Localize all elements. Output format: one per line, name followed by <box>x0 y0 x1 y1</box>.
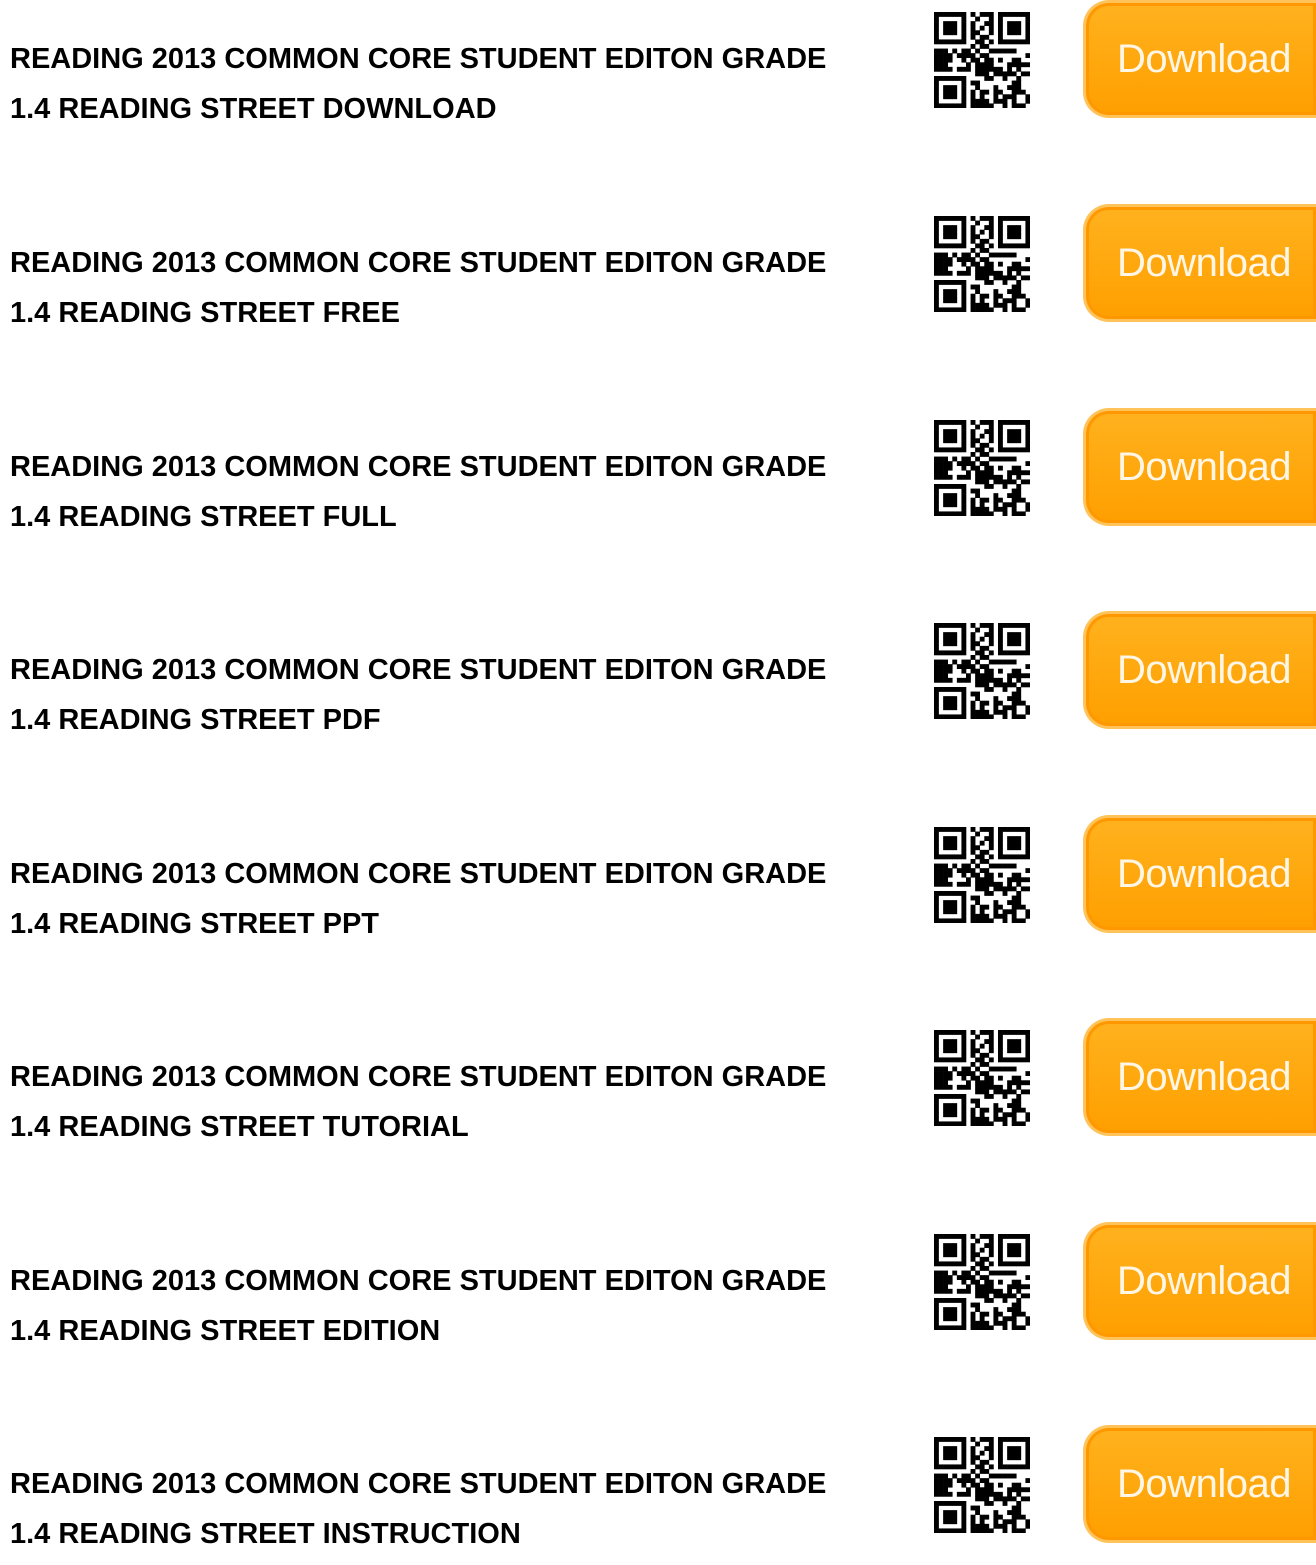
entry-title-line-2: 1.4 READING STREET FREE <box>10 297 400 329</box>
entry-title: READING 2013 COMMON CORE STUDENT EDITON … <box>10 442 920 542</box>
entry-title-line-1: READING 2013 COMMON CORE STUDENT EDITON … <box>10 43 827 75</box>
download-button[interactable]: Download <box>1083 1222 1316 1340</box>
download-button[interactable]: Download <box>1083 1425 1316 1543</box>
entry-title-line-1: READING 2013 COMMON CORE STUDENT EDITON … <box>10 247 827 279</box>
qr-code-icon <box>934 420 1031 517</box>
download-button[interactable]: Download <box>1083 611 1316 729</box>
entry-title: READING 2013 COMMON CORE STUDENT EDITON … <box>10 849 920 949</box>
list-item: READING 2013 COMMON CORE STUDENT EDITON … <box>0 0 1316 140</box>
entry-title-line-1: READING 2013 COMMON CORE STUDENT EDITON … <box>10 1061 827 1093</box>
list-item: READING 2013 COMMON CORE STUDENT EDITON … <box>0 408 1316 548</box>
entry-title-line-2: 1.4 READING STREET INSTRUCTION <box>10 1518 521 1550</box>
qr-code-icon <box>934 1030 1031 1127</box>
entry-title-line-2: 1.4 READING STREET PPT <box>10 908 380 940</box>
entry-title-line-1: READING 2013 COMMON CORE STUDENT EDITON … <box>10 451 827 483</box>
entry-title-line-1: READING 2013 COMMON CORE STUDENT EDITON … <box>10 1265 827 1297</box>
entry-title-line-1: READING 2013 COMMON CORE STUDENT EDITON … <box>10 1468 827 1500</box>
entry-title-line-1: READING 2013 COMMON CORE STUDENT EDITON … <box>10 654 827 686</box>
entry-title: READING 2013 COMMON CORE STUDENT EDITON … <box>10 1459 920 1559</box>
entry-title: READING 2013 COMMON CORE STUDENT EDITON … <box>10 238 920 338</box>
entry-title: READING 2013 COMMON CORE STUDENT EDITON … <box>10 34 920 134</box>
qr-code-icon <box>934 623 1031 720</box>
download-button[interactable]: Download <box>1083 0 1316 118</box>
list-item: READING 2013 COMMON CORE STUDENT EDITON … <box>0 1018 1316 1158</box>
qr-code-icon <box>934 216 1031 313</box>
entry-title-line-2: 1.4 READING STREET DOWNLOAD <box>10 93 497 125</box>
entry-title-line-2: 1.4 READING STREET TUTORIAL <box>10 1111 469 1143</box>
entry-title: READING 2013 COMMON CORE STUDENT EDITON … <box>10 1256 920 1356</box>
entry-title-line-2: 1.4 READING STREET EDITION <box>10 1315 441 1347</box>
download-button[interactable]: Download <box>1083 408 1316 526</box>
entry-title-line-1: READING 2013 COMMON CORE STUDENT EDITON … <box>10 858 827 890</box>
qr-code-icon <box>934 827 1031 924</box>
entry-title: READING 2013 COMMON CORE STUDENT EDITON … <box>10 645 920 745</box>
list-item: READING 2013 COMMON CORE STUDENT EDITON … <box>0 1425 1316 1565</box>
download-button[interactable]: Download <box>1083 204 1316 322</box>
list-item: READING 2013 COMMON CORE STUDENT EDITON … <box>0 611 1316 751</box>
qr-code-icon <box>934 1234 1031 1331</box>
list-item: READING 2013 COMMON CORE STUDENT EDITON … <box>0 1222 1316 1362</box>
download-button[interactable]: Download <box>1083 815 1316 933</box>
qr-code-icon <box>934 12 1031 109</box>
entry-title-line-2: 1.4 READING STREET PDF <box>10 704 381 736</box>
list-item: READING 2013 COMMON CORE STUDENT EDITON … <box>0 815 1316 955</box>
download-button[interactable]: Download <box>1083 1018 1316 1136</box>
list-item: READING 2013 COMMON CORE STUDENT EDITON … <box>0 204 1316 344</box>
entry-title-line-2: 1.4 READING STREET FULL <box>10 501 397 533</box>
qr-code-icon <box>934 1437 1031 1534</box>
entry-title: READING 2013 COMMON CORE STUDENT EDITON … <box>10 1052 920 1152</box>
